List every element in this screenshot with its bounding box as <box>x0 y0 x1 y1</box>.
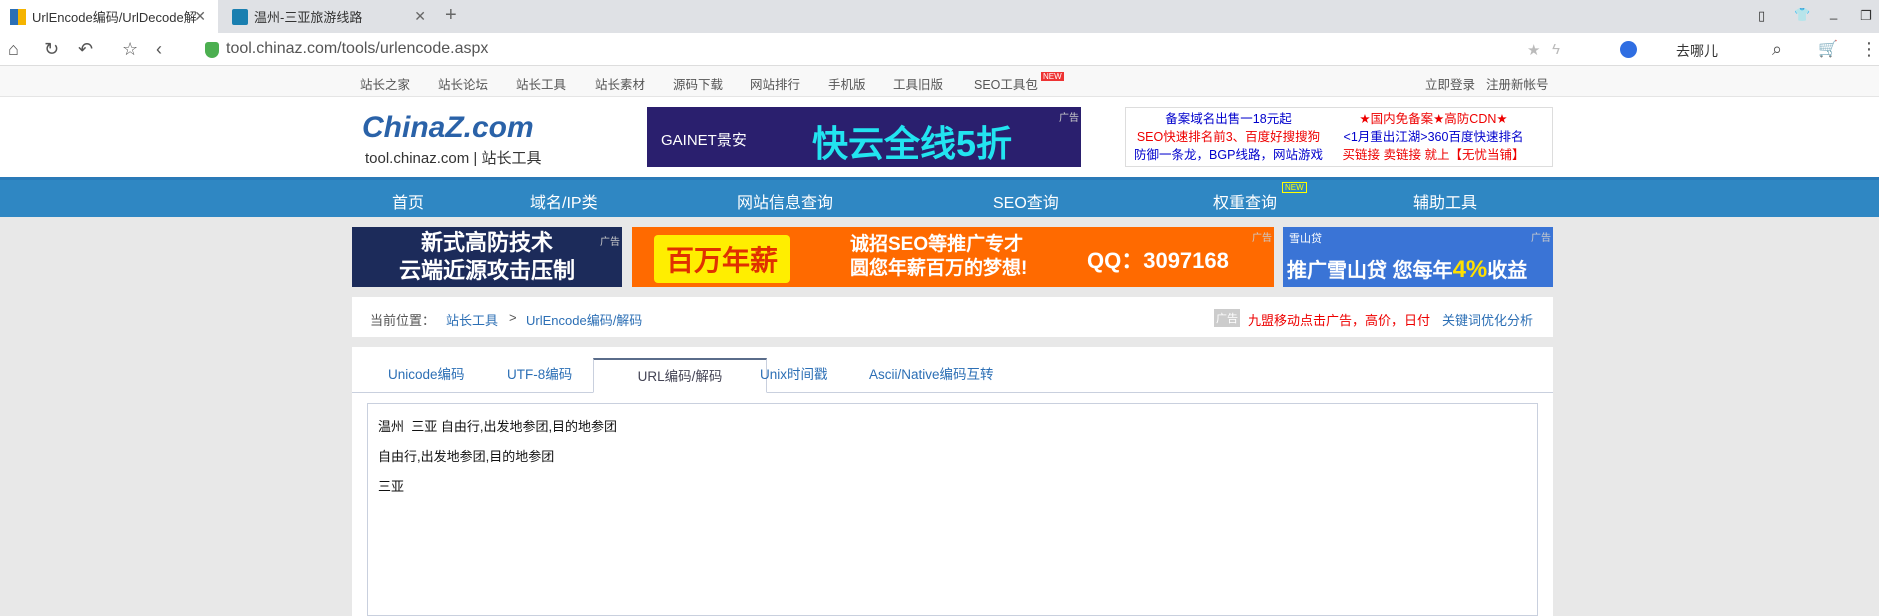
ad-brand: GAINET景安 <box>661 132 747 149</box>
new-tab-icon[interactable]: + <box>445 4 457 27</box>
nav-seo[interactable]: SEO查询 <box>993 189 1059 213</box>
topnav-link[interactable]: 手机版 <box>828 74 866 93</box>
nav-weight[interactable]: 权重查询 <box>1213 189 1277 213</box>
ad-line: 诚招SEO等推广专才 <box>850 234 1024 255</box>
tab-unicode[interactable]: Unicode编码 <box>374 358 479 393</box>
ad-title: 快云全线5折 <box>812 123 1013 164</box>
browser-tab-active[interactable]: UrlEncode编码/UrlDecode解 ✕ <box>0 0 218 33</box>
ad-line: 百万年薪 <box>654 235 791 283</box>
keyword-link[interactable]: 关键词优化分析 <box>1442 310 1533 329</box>
back-icon[interactable]: ‹ <box>156 39 162 60</box>
new-badge: NEW <box>1041 72 1064 81</box>
browser-tab-bar: UrlEncode编码/UrlDecode解 ✕ 温州-三亚旅游线路 ✕ + ▯… <box>0 0 1879 33</box>
undo-icon[interactable]: ↶ <box>78 39 93 60</box>
topnav-link[interactable]: 站长之家 <box>360 74 410 93</box>
breadcrumb: 当前位置： 站长工具 > UrlEncode编码/解码 广告 九盟移动点击广告，… <box>352 297 1553 337</box>
close-tab-icon[interactable]: ✕ <box>414 8 426 25</box>
text-ads: 备案域名出售一18元起 SEO快速排名前3、百度好搜搜狗 防御一条龙，BGP线路，网… <box>1125 107 1553 167</box>
immersive-icon[interactable]: ▯ <box>1758 8 1765 24</box>
nav-tools[interactable]: 辅助工具 <box>1413 189 1477 213</box>
site-header: ChinaZ.com tool.chinaz.com | 站长工具 GAINET… <box>0 97 1879 177</box>
text-ad[interactable]: 防御一条龙，BGP线路，网站游戏 <box>1126 146 1331 164</box>
restore-icon[interactable]: ❐ <box>1860 8 1872 24</box>
ad-tag: 广告 <box>1252 233 1272 244</box>
search-input[interactable]: 去哪儿 <box>1676 41 1718 61</box>
register-link[interactable]: 注册新帐号 <box>1486 74 1549 93</box>
ad-recruit[interactable]: 百万年薪 诚招SEO等推广专才 圆您年薪百万的梦想! QQ：3097168 广告 <box>632 227 1274 287</box>
login-link[interactable]: 立即登录 <box>1425 74 1475 93</box>
breadcrumb-home[interactable]: 站长工具 <box>446 310 498 329</box>
lightning-icon[interactable]: ϟ <box>1552 41 1560 58</box>
favicon-icon <box>232 8 248 25</box>
tool-panel: Unicode编码 UTF-8编码 URL编码/解码 Unix时间戳 Ascii… <box>352 347 1553 616</box>
new-badge: NEW <box>1282 182 1307 193</box>
tab-title: UrlEncode编码/UrlDecode解 <box>32 10 197 25</box>
main-nav: 首页 域名/IP类 网站信息查询 SEO查询 权重查询 NEW 辅助工具 <box>0 177 1879 217</box>
breadcrumb-label: 当前位置： <box>370 313 436 328</box>
ad-line: 云端近源攻击压制 <box>398 258 575 283</box>
topnav-link[interactable]: 站长工具 <box>516 74 566 93</box>
topnav-link[interactable]: 站长论坛 <box>438 74 488 93</box>
topnav-link[interactable]: 站长素材 <box>595 74 645 93</box>
ad-tag: 广告 <box>1531 233 1551 244</box>
text-ad[interactable]: 备案域名出售一18元起 <box>1126 110 1331 128</box>
favorite-icon[interactable]: ☆ <box>122 39 138 60</box>
home-icon[interactable]: ⌂ <box>8 39 19 60</box>
browser-tab[interactable]: 温州-三亚旅游线路 ✕ <box>222 0 438 33</box>
text-line: 自由行,出发地参团,目的地参团 <box>378 449 555 464</box>
tab-ascii-native[interactable]: Ascii/Native编码互转 <box>855 358 1008 393</box>
ad-tag: 广告 <box>600 237 620 248</box>
nav-site-info[interactable]: 网站信息查询 <box>737 189 833 213</box>
favicon-icon <box>10 8 26 25</box>
chinaz-logo[interactable]: ChinaZ.com <box>362 111 534 145</box>
logo-subtitle: tool.chinaz.com | 站长工具 <box>365 150 542 167</box>
breadcrumb-sep: > <box>509 310 517 325</box>
ad-xueshandai[interactable]: 雪山贷 推广雪山贷 您每年4%收益 广告 <box>1283 227 1553 287</box>
top-nav: 站长之家 站长论坛 站长工具 站长素材 源码下载 网站排行 手机版 工具旧版 S… <box>0 66 1879 97</box>
topnav-link[interactable]: 工具旧版 <box>893 74 943 93</box>
ad-line: 新式高防技术 <box>420 230 553 255</box>
refresh-icon[interactable]: ↻ <box>44 39 59 60</box>
ad-line: 推广雪山贷 您每年 <box>1287 260 1453 282</box>
ad-qq: QQ：3097168 <box>1087 248 1229 273</box>
ad-percent: 4% <box>1452 256 1488 283</box>
nav-home[interactable]: 首页 <box>392 189 424 213</box>
text-ad[interactable]: 买链接 卖链接 就上【无忧当铺】 <box>1331 146 1536 164</box>
tab-title: 温州-三亚旅游线路 <box>254 10 363 25</box>
text-line: 温州 三亚 自由行,出发地参团,目的地参团 <box>378 419 618 434</box>
breadcrumb-current[interactable]: UrlEncode编码/解码 <box>526 310 642 329</box>
topnav-link[interactable]: SEO工具包 <box>974 74 1038 93</box>
star-icon[interactable]: ★ <box>1527 41 1540 59</box>
nav-domain-ip[interactable]: 域名/IP类 <box>530 189 598 213</box>
url-input[interactable]: tool.chinaz.com/tools/urlencode.aspx <box>226 40 488 58</box>
topnav-link[interactable]: 源码下载 <box>673 74 723 93</box>
text-ad[interactable]: SEO快速排名前3、百度好搜搜狗 <box>1126 128 1331 146</box>
baidu-search-icon[interactable] <box>1620 41 1637 58</box>
menu-icon[interactable]: ⋮ <box>1860 39 1878 60</box>
search-icon[interactable]: ⌕ <box>1772 39 1782 60</box>
ad-link[interactable]: 九盟移动点击广告，高价，日付 <box>1248 310 1430 329</box>
topnav-link[interactable]: 网站排行 <box>750 74 800 93</box>
cart-icon[interactable]: 🛒 <box>1818 39 1838 59</box>
ad-tag: 广告 <box>1214 309 1240 327</box>
secure-shield-icon <box>205 42 219 58</box>
address-bar: ⌂ ↻ ↶ ☆ ‹ tool.chinaz.com/tools/urlencod… <box>0 33 1879 66</box>
text-ad[interactable]: <1月重出江湖>360百度快速排名 <box>1331 128 1536 146</box>
ad-tag: 广告 <box>1059 113 1079 124</box>
text-ad[interactable]: ★国内免备案★高防CDN★ <box>1331 110 1536 128</box>
ad-brand: 雪山贷 <box>1289 233 1322 245</box>
ad-banner-gainet[interactable]: GAINET景安 快云全线5折 广告 <box>647 107 1081 167</box>
ad-line: 圆您年薪百万的梦想! <box>850 258 1028 279</box>
ad-line: 收益 <box>1487 260 1528 282</box>
skin-icon[interactable]: 👕 <box>1794 7 1810 23</box>
ad-ddos[interactable]: 新式高防技术 云端近源攻击压制 广告 <box>352 227 622 287</box>
text-line: 三亚 <box>378 479 405 494</box>
close-tab-icon[interactable]: ✕ <box>194 8 206 25</box>
tab-utf8[interactable]: UTF-8编码 <box>493 358 586 393</box>
minimize-icon[interactable]: _ <box>1830 5 1837 20</box>
url-text-area[interactable]: 温州 三亚 自由行,出发地参团,目的地参团 自由行,出发地参团,目的地参团 三亚 <box>367 403 1538 616</box>
tab-url-encode[interactable]: URL编码/解码 <box>593 358 767 393</box>
tab-unix-timestamp[interactable]: Unix时间戳 <box>746 358 842 393</box>
